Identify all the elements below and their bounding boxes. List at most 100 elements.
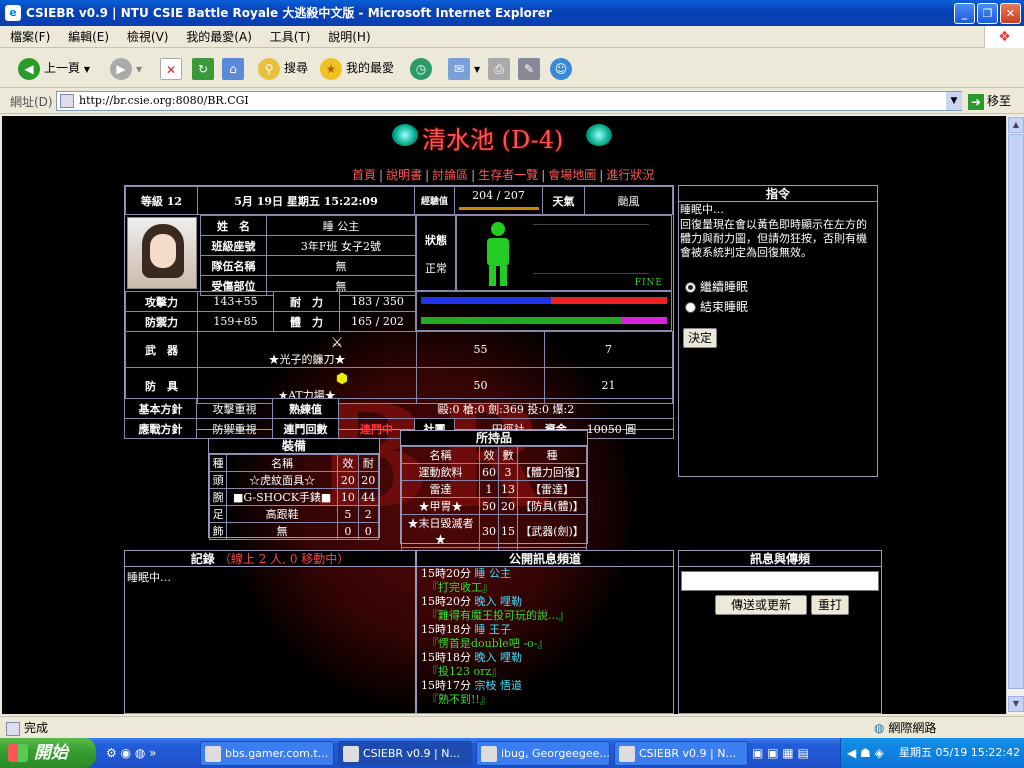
menu-favorites[interactable]: 我的最愛(A) xyxy=(186,30,252,44)
window-titlebar: e CSIEBR v0.9 | NTU CSIE Battle Royale 大… xyxy=(0,0,1024,26)
page-scrollbar[interactable]: ▲ ▼ xyxy=(1006,116,1024,714)
home-button[interactable]: ⌂ xyxy=(222,56,248,80)
message-panel: 訊息與傳頻 傳送或更新 重打 xyxy=(678,550,882,714)
equip-row: 足高跟鞋 5 2 xyxy=(208,505,380,523)
clock: 星期五 05/19 15:22:42 xyxy=(899,746,1021,759)
print-icon: ⎙ xyxy=(488,57,510,80)
back-button[interactable]: ◀ 上一頁 ▼ xyxy=(18,56,90,80)
back-dropdown-icon[interactable]: ▼ xyxy=(84,65,90,74)
place-title: 清水池 (D-4) xyxy=(422,126,564,154)
forward-dropdown-icon[interactable]: ▼ xyxy=(136,65,142,74)
send-button[interactable]: 傳送或更新 xyxy=(715,595,807,615)
go-button[interactable]: ➜ 移至 xyxy=(968,92,1011,110)
task-csiebr-1-label: CSIEBR v0.9 | N... xyxy=(363,747,460,760)
equip-col-header: 效 xyxy=(337,454,359,472)
chat-author: 晚入 哩勒 xyxy=(474,595,523,608)
nav-survivors[interactable]: 生存者一覽 xyxy=(478,168,538,182)
item-row: 運動飲料 60 3 【體力回復】 xyxy=(401,463,587,481)
decide-button[interactable]: 決定 xyxy=(683,328,717,348)
stop-button[interactable]: ✕ xyxy=(160,56,186,80)
item-cell: 50 xyxy=(479,497,499,515)
task-bbs[interactable]: bbs.gamer.com.t... xyxy=(200,741,334,766)
address-input[interactable]: http://br.csie.org:8080/BR.CGI xyxy=(56,91,962,111)
figure-graph xyxy=(533,224,649,274)
basic-label: 基本方針 xyxy=(124,398,197,419)
start-button[interactable]: 開始 xyxy=(0,738,96,768)
task-bbs-label: bbs.gamer.com.t... xyxy=(225,747,329,760)
end-sleep-radio[interactable] xyxy=(685,302,696,313)
equip-cell: 腕 xyxy=(208,488,228,506)
item-cell: ★末日毀滅者★ xyxy=(401,514,480,548)
address-bar: 網址(D) http://br.csie.org:8080/BR.CGI ▼ ➜… xyxy=(0,88,1024,114)
scroll-up-icon[interactable]: ▲ xyxy=(1008,117,1024,133)
mail-button[interactable]: ✉ ▼ xyxy=(448,56,480,80)
page-icon xyxy=(60,94,74,108)
end-sleep-option[interactable]: 結束睡眠 xyxy=(685,298,748,315)
messenger-button[interactable]: ☺ xyxy=(550,56,576,80)
continue-sleep-option[interactable]: 繼續睡眠 xyxy=(685,278,748,295)
print-button[interactable]: ⎙ xyxy=(488,56,514,80)
scroll-down-icon[interactable]: ▼ xyxy=(1008,696,1024,712)
item-cell: 【武器(劍)】 xyxy=(517,514,587,548)
equip-cell: 足 xyxy=(208,505,228,523)
windows-flag-icon xyxy=(8,744,28,762)
nav-manual[interactable]: 說明書 xyxy=(386,168,422,182)
item-cell: 60 xyxy=(479,463,499,481)
chat-message: 『打完收工』 xyxy=(427,581,493,594)
continue-sleep-radio[interactable] xyxy=(685,282,696,293)
equip-cell: 5 xyxy=(337,505,359,523)
task-ibug[interactable]: ibug, Georgeegee... xyxy=(476,741,610,766)
tray-icons[interactable]: ◀ ☗ ◈ xyxy=(847,738,884,768)
chat-time: 15時20分 xyxy=(421,567,471,580)
equip-cell: 20 xyxy=(357,471,380,489)
refresh-icon: ↻ xyxy=(192,57,214,80)
nav-map[interactable]: 會場地圖 xyxy=(548,168,596,182)
equip-cell: 頭 xyxy=(208,471,228,489)
maximize-button[interactable]: ❐ xyxy=(977,3,998,24)
club-status-label: 連鬥回數 xyxy=(272,418,339,439)
task-csiebr-1[interactable]: CSIEBR v0.9 | N... xyxy=(338,741,472,766)
forward-button[interactable]: ▶ ▼ xyxy=(110,56,142,80)
continue-sleep-label: 繼續睡眠 xyxy=(700,280,749,294)
refresh-button[interactable]: ↻ xyxy=(192,56,218,80)
close-button[interactable]: ✕ xyxy=(1000,3,1021,24)
back-label: 上一頁 xyxy=(44,61,81,75)
edit-button[interactable]: ✎ xyxy=(518,56,544,80)
scythe-icon: ⚔ xyxy=(330,335,344,351)
weather-value: 颱風 xyxy=(584,186,673,215)
menu-view[interactable]: 檢視(V) xyxy=(127,30,169,44)
minimize-button[interactable]: _ xyxy=(954,3,975,24)
task-csiebr-2[interactable]: CSIEBR v0.9 | N... xyxy=(614,741,748,766)
mail-icon: ✉ xyxy=(448,57,470,80)
quicklaunch-icons[interactable]: ⚙ ◉ ◍ » xyxy=(106,746,156,760)
equip-cell: ☆虎紋面具☆ xyxy=(226,471,339,489)
menu-tools[interactable]: 工具(T) xyxy=(270,30,311,44)
nav-home[interactable]: 首頁 xyxy=(352,168,376,182)
menu-edit[interactable]: 編輯(E) xyxy=(68,30,109,44)
figure-body xyxy=(487,238,509,266)
mail-dropdown-icon[interactable]: ▼ xyxy=(474,65,480,74)
chat-title: 公開訊息頻道 xyxy=(417,551,673,567)
reset-button[interactable]: 重打 xyxy=(811,595,849,615)
toolbar: ◀ 上一頁 ▼ ▶ ▼ ✕ ↻ ⌂ ⚲ 搜尋 ★ 我的最愛 ◷ ✉ ▼ ⎙ ✎ ☺ xyxy=(0,48,1024,88)
equip-cell: ■G-SHOCK手錶■ xyxy=(226,488,339,506)
chat-task-icon xyxy=(481,746,497,762)
chat-entry: 15時20分 睡 公主 xyxy=(421,567,677,581)
scroll-thumb[interactable] xyxy=(1008,134,1024,689)
class-value: 3年F班 女子2號 xyxy=(266,235,416,256)
menu-file[interactable]: 檔案(F) xyxy=(10,30,50,44)
nav-progress[interactable]: 進行狀況 xyxy=(606,168,654,182)
search-button[interactable]: ⚲ 搜尋 xyxy=(258,56,308,80)
history-button[interactable]: ◷ xyxy=(410,56,436,80)
address-dropdown-icon[interactable]: ▼ xyxy=(946,92,962,110)
command-title: 指令 xyxy=(679,186,877,202)
item-cell: 3 xyxy=(498,463,518,481)
message-input[interactable] xyxy=(681,571,879,591)
ime-icons[interactable]: ▣ ▣ ▦ ▤ xyxy=(752,746,809,760)
nav-forum[interactable]: 討論區 xyxy=(432,168,468,182)
menu-help[interactable]: 說明(H) xyxy=(328,30,370,44)
equip-col-header: 耐 xyxy=(357,454,380,472)
chat-entry: 15時18分 晚入 哩勒 xyxy=(421,651,677,665)
favorites-button[interactable]: ★ 我的最愛 xyxy=(320,56,394,80)
web-content: BR 清水池 (D-4) 首頁 | 說明書 | 討論區 | 生存者一覽 | 會場地圖 | 進行狀況 … xyxy=(2,116,1006,714)
